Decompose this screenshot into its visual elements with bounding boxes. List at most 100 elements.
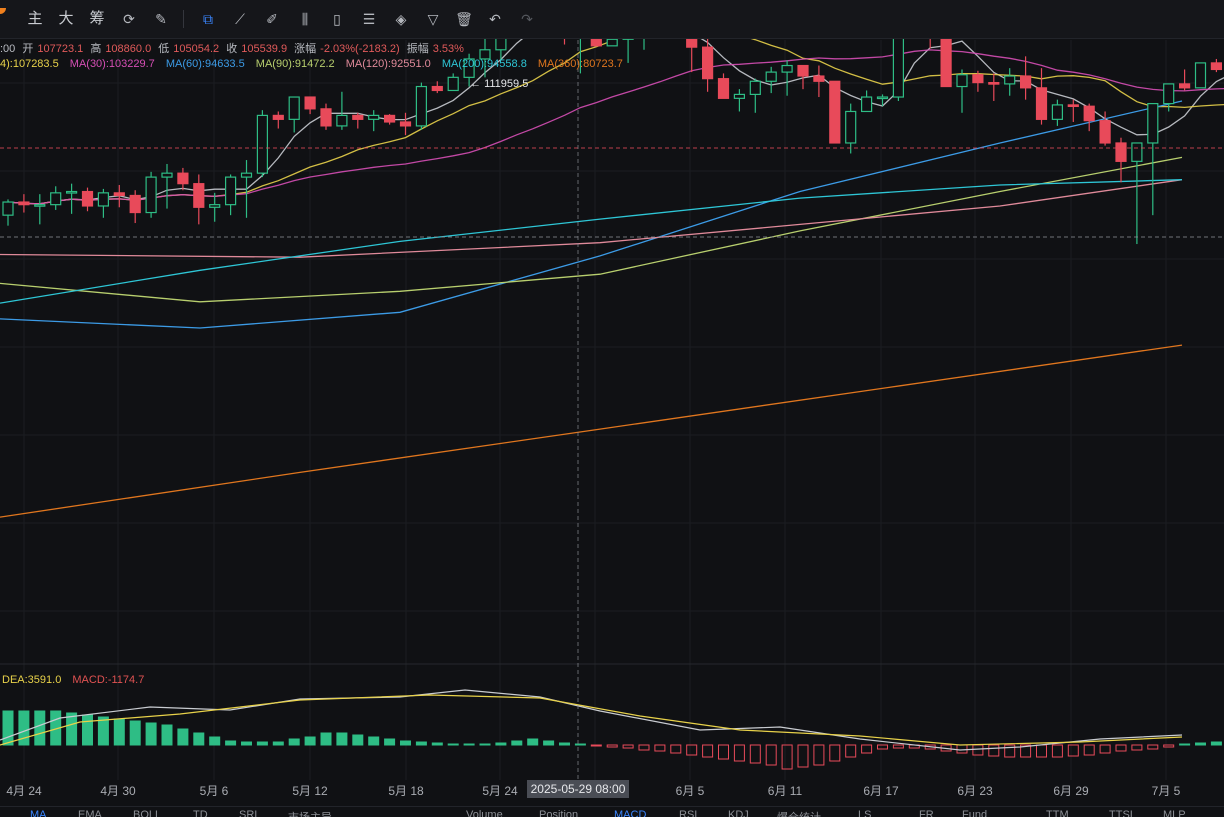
candle-body (1004, 75, 1016, 85)
candle-body (352, 114, 364, 120)
macd-histogram-bar (749, 744, 761, 764)
macd-histogram-bar (622, 744, 634, 749)
macd-histogram-bar (1131, 744, 1143, 751)
macd-histogram-bar (304, 736, 316, 746)
macd-histogram-bar (543, 740, 555, 746)
candle-body (1067, 104, 1079, 108)
change-value: -2.03%(-2183.2) (320, 43, 400, 55)
low-label: 低 (158, 43, 170, 55)
candle-body (876, 96, 889, 100)
pencil-icon[interactable]: ✐ (263, 10, 281, 28)
macd-histogram-bar (177, 728, 189, 746)
macd-histogram-bar (956, 744, 968, 754)
candle-body (399, 121, 412, 127)
macd-histogram-bar (527, 738, 539, 746)
candle-body (1210, 62, 1223, 71)
candle-body (749, 80, 761, 96)
candle-body (956, 74, 968, 88)
macd-histogram-bar (145, 722, 157, 746)
macd-histogram-bar (733, 744, 745, 762)
candle-body (829, 80, 841, 144)
undo-icon[interactable]: ↶ (486, 10, 504, 28)
lock-icon[interactable]: ▯ (328, 10, 346, 28)
high-label: 高 (90, 43, 102, 55)
macd-histogram-bar (18, 710, 30, 746)
high-marker-value: 111959.5 (484, 78, 529, 90)
ma60-line (0, 100, 1183, 329)
macd-histogram-bar (781, 744, 793, 770)
macd-histogram-bar (511, 740, 523, 746)
macd-histogram-bar (1099, 744, 1111, 754)
candle-body (272, 114, 284, 120)
macd-histogram-bar (193, 732, 205, 746)
candle-body (717, 78, 730, 99)
candle-body (50, 192, 62, 206)
candle-body (781, 64, 793, 73)
macd-histogram-bar (988, 744, 1000, 757)
candle-body (209, 204, 221, 208)
macd-histogram-bar (288, 738, 300, 746)
candle-body (1131, 142, 1143, 162)
candle-body (1194, 62, 1207, 89)
macd-histogram-bar (368, 736, 380, 746)
candle-body (65, 190, 78, 194)
candle-body (1147, 102, 1159, 144)
macd-histogram-bar (813, 744, 825, 766)
chart-toolbar: 主 大 筹 ⟳ ✎ ⧉ ⟋ ✐ ⫼ ▯ ☰ ◈ ▽ 🗑 ↶ ↷ (0, 0, 1224, 39)
macd-histogram-bar (590, 744, 602, 747)
candle-body (113, 192, 125, 197)
macd-histogram-bar (892, 744, 904, 749)
macd-panel (0, 689, 1222, 770)
open-label: 开 (22, 43, 34, 55)
ma200-line (0, 179, 1183, 304)
macd-histogram-bar (670, 744, 682, 754)
ma-legend-item: MA(200):94558.8 (441, 58, 527, 70)
note-icon[interactable]: ☰ (360, 10, 378, 28)
price-chart[interactable] (0, 0, 1224, 816)
crop-icon[interactable]: ⧉ (199, 10, 217, 28)
macd-histogram-bar (1195, 742, 1206, 746)
macd-histogram-bar (66, 712, 78, 746)
macd-histogram-bar (1051, 744, 1063, 758)
ruler-icon[interactable]: ⟋ (231, 10, 249, 28)
candle-body (18, 201, 30, 206)
main-chart-button[interactable]: 主 (26, 9, 44, 29)
toolbar-divider (183, 10, 184, 28)
macd-histogram-bar (272, 741, 284, 746)
candle-body (733, 93, 746, 99)
macd-histogram-bar (845, 744, 857, 758)
draw-icon[interactable]: ✎ (152, 10, 170, 28)
candle-body (320, 108, 332, 127)
date-tick: 6月 5 (675, 784, 705, 798)
layers-icon[interactable]: ◈ (392, 10, 410, 28)
delete-icon[interactable]: 🗑 (455, 10, 473, 28)
candle-body (988, 81, 1000, 85)
date-tick: 6月 11 (767, 784, 803, 798)
ma120-line (0, 179, 1183, 258)
candle-body (240, 172, 253, 178)
candle-body (765, 71, 777, 82)
ma-legend-item: MA(120):92551.0 (345, 58, 431, 70)
high-marker: ← 111959.5 (470, 78, 529, 90)
refresh-icon[interactable]: ⟳ (120, 10, 138, 28)
macd-histogram-bar (1147, 744, 1159, 750)
macd-histogram-bar (606, 744, 618, 748)
candle-body (1083, 105, 1095, 122)
bars-icon[interactable]: ⫼ (296, 10, 314, 28)
big-trades-button[interactable]: 大 (57, 9, 75, 29)
macd-histogram-bar (34, 710, 46, 746)
macd-histogram-bar (82, 714, 93, 746)
redo-icon[interactable]: ↷ (518, 10, 536, 28)
macd-histogram-bar (241, 741, 252, 746)
chips-button[interactable]: 筹 (88, 9, 106, 29)
candle-body (81, 190, 94, 207)
macd-histogram-bar (225, 740, 237, 746)
macd-histogram-bar (1163, 744, 1175, 748)
filter-icon[interactable]: ▽ (424, 10, 442, 28)
date-tick: 6月 29 (1053, 784, 1089, 798)
macd-histogram-bar (638, 744, 650, 751)
candle-body (1163, 83, 1175, 105)
macd-histogram-bar (209, 736, 221, 746)
candle-body (940, 33, 952, 88)
macd-histogram-bar (384, 738, 396, 746)
